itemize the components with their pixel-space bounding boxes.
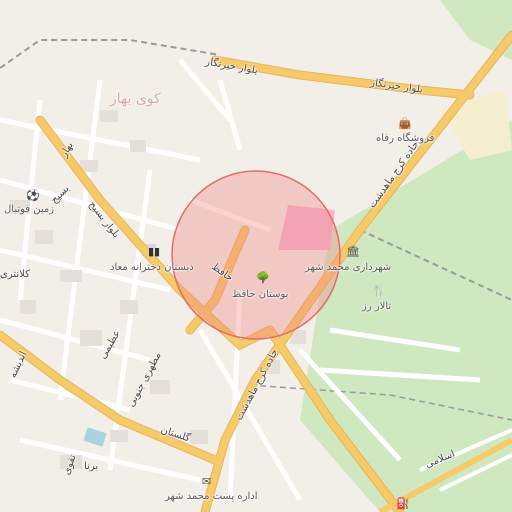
- highlight-circle: [171, 170, 341, 340]
- municipality-icon[interactable]: 🏛: [346, 246, 360, 257]
- school-icon[interactable]: ▮▮: [148, 246, 160, 257]
- place-label-barna: برنا: [84, 461, 99, 472]
- fuel-icon[interactable]: ⛽: [396, 498, 410, 509]
- poi-label-sports-field[interactable]: زمین فوتبال: [4, 205, 54, 215]
- poi-label-hafez-park[interactable]: بوستان حافظ: [232, 290, 288, 300]
- rail-line-north: [0, 39, 221, 69]
- poi-label-girls-school[interactable]: دبستان دخترانه معاد: [110, 263, 194, 273]
- poi-label-hall-roz[interactable]: تالار رز: [362, 302, 391, 312]
- water-pool: [83, 427, 107, 447]
- road-label-kalantari: کلانتری: [0, 269, 30, 280]
- sports-icon[interactable]: ⚽: [26, 190, 40, 201]
- map-view[interactable]: کوی بهار بهار بلوار خیرنگار بلوار خیرنگا…: [0, 0, 512, 512]
- poi-label-post-office[interactable]: اداره پست محمد شهر: [165, 492, 258, 502]
- map-canvas: [0, 0, 512, 512]
- green-field-east: [300, 120, 512, 512]
- store-icon[interactable]: 👜: [398, 118, 412, 129]
- hall-icon[interactable]: 🍴: [372, 285, 386, 296]
- poi-label-refah-store[interactable]: فروشگاه رفاه: [376, 134, 434, 144]
- sand-area: [440, 90, 512, 160]
- district-label: کوی بهار: [110, 91, 161, 107]
- poi-label-municipality[interactable]: شهرداری محمد شهر: [305, 263, 391, 273]
- park-icon[interactable]: 🌳: [256, 272, 270, 283]
- post-icon[interactable]: ✉: [202, 476, 211, 487]
